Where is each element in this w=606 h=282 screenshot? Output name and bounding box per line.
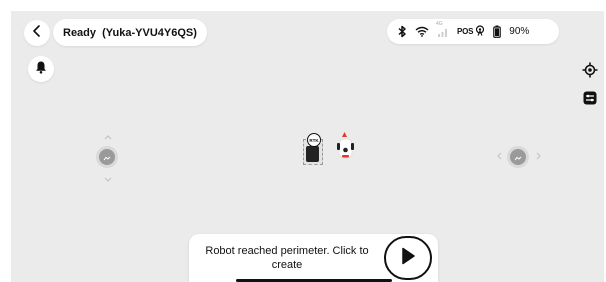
chevron-up-icon <box>104 133 112 143</box>
back-button[interactable] <box>24 20 50 46</box>
create-perimeter-button[interactable] <box>384 236 432 280</box>
chevron-right-icon <box>536 152 541 163</box>
robot-icon <box>336 131 356 166</box>
chevron-left-icon <box>497 152 502 163</box>
left-joystick-knob[interactable] <box>96 146 118 168</box>
rtk-station-icon: RTK <box>303 133 323 165</box>
battery-icon <box>493 25 502 38</box>
chevron-down-icon <box>104 175 112 185</box>
map-settings-button[interactable] <box>579 89 601 111</box>
banner-message: Robot reached perimeter. Click to create <box>205 245 369 271</box>
robot-status-pill[interactable]: Ready (Yuka-YVU4Y6QS) <box>53 19 207 46</box>
connectivity-pill[interactable]: 4G POS 90% <box>387 19 559 44</box>
right-joystick-knob[interactable] <box>507 146 529 168</box>
notifications-button[interactable] <box>28 56 54 82</box>
mower-icon <box>514 148 522 166</box>
cellular-signal-icon: 4G <box>436 21 449 38</box>
bluetooth-icon <box>397 25 407 38</box>
satellite-icon <box>475 24 485 39</box>
pos-status: POS <box>457 24 485 39</box>
cellular-label: 4G <box>436 20 443 27</box>
robot-status-text: Ready (Yuka-YVU4Y6QS) <box>63 26 197 39</box>
locate-button[interactable] <box>579 61 601 83</box>
pos-label: POS <box>457 27 474 36</box>
crosshair-icon <box>582 62 598 83</box>
rtk-label: RTK <box>309 137 319 143</box>
perimeter-banner[interactable]: Robot reached perimeter. Click to create <box>189 234 438 282</box>
wifi-icon <box>415 26 429 37</box>
mower-icon <box>103 148 111 166</box>
bell-icon <box>35 60 47 79</box>
robot-map-area: RTK <box>303 131 359 169</box>
play-icon <box>400 247 416 270</box>
chevron-left-icon <box>32 24 42 42</box>
battery-percent: 90% <box>509 26 530 37</box>
sliders-icon <box>583 91 597 110</box>
